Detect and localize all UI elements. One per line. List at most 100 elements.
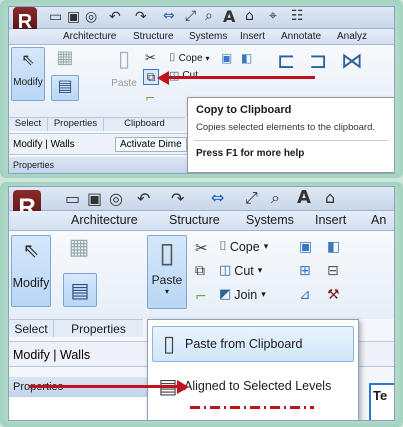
tooltip-help: Press F1 for more help <box>196 148 305 159</box>
undo-icon[interactable]: ↶ <box>109 9 121 25</box>
ribbon-tabs: Architecture Structure Systems Insert An… <box>9 29 394 45</box>
cursor-icon: ⇖ <box>21 50 35 69</box>
chevron-down-icon: ▾ <box>263 241 269 251</box>
cope-label: Cope <box>178 52 203 64</box>
paste-from-clipboard-item[interactable]: ▯ Paste from Clipboard <box>152 326 354 362</box>
copy-tooltip: Copy to Clipboard Copies selected elemen… <box>187 97 394 173</box>
group-select: Select <box>9 319 53 337</box>
paste-button[interactable]: ▯ Paste <box>107 47 141 101</box>
measure-icon[interactable]: ⇔ <box>211 188 224 207</box>
type-properties-button[interactable]: ▦ <box>59 235 99 267</box>
right-panel-tab[interactable]: Te <box>369 383 394 420</box>
redo-icon[interactable]: ↷ <box>135 9 147 25</box>
measure-icon[interactable]: ⇔ <box>163 8 175 24</box>
chevron-down-icon: ▾ <box>261 289 266 299</box>
paint-icon[interactable]: ▣ <box>221 51 232 65</box>
tab-structure[interactable]: Structure <box>169 213 220 227</box>
cut-scissors-icon[interactable]: ✂ <box>195 239 208 257</box>
open-icon[interactable]: ▭ <box>65 189 80 208</box>
tab-insert[interactable]: Insert <box>240 31 265 42</box>
group-properties: Properties <box>53 319 143 337</box>
hammer-icon[interactable]: ⚒ <box>327 287 340 303</box>
modify-button[interactable]: ⇖ Modify <box>11 47 45 101</box>
sync-icon[interactable]: ◎ <box>109 189 123 208</box>
cut-geometry-button[interactable]: ◫ Cut ▾ <box>219 263 262 278</box>
sync-icon[interactable]: ◎ <box>85 9 97 25</box>
ribbon-tabs-large: Architecture Structure Systems Insert An <box>9 211 394 231</box>
copy-icon[interactable]: ⧉ <box>195 263 205 279</box>
cope-button[interactable]: ⌷ Cope ▾ <box>219 239 268 254</box>
tab-architecture[interactable]: Architecture <box>63 31 116 42</box>
paste-label: Paste <box>151 273 183 287</box>
annotation-arrow-top <box>165 76 315 79</box>
match-properties-icon[interactable]: ⌐ <box>195 289 207 305</box>
wall-joins-icon[interactable]: ⊞ <box>299 263 311 279</box>
group-clipboard: Clipboard <box>103 117 185 131</box>
match-properties-icon[interactable]: ⌐ <box>145 91 155 105</box>
offset-icon[interactable]: ⊐ <box>309 49 327 74</box>
text-icon[interactable]: A <box>223 7 235 26</box>
thin-lines-icon[interactable]: ☷ <box>291 8 304 24</box>
tab-annotate[interactable]: An <box>371 213 386 227</box>
section-icon[interactable]: ⌖ <box>269 8 277 24</box>
save-icon[interactable]: ▣ <box>87 189 102 208</box>
group-properties: Properties <box>47 117 103 131</box>
paste-label: Paste <box>111 78 137 89</box>
paste-button[interactable]: ▯ Paste ▾ <box>147 235 187 309</box>
top-revit-window: R ▭ ▣ ◎ ↶ ↷ ⇔ ⤢ ⌕ A ⌂ ⌖ ☷ Architecture S… <box>8 6 395 174</box>
cope-button[interactable]: ⌷ Cope ▾ <box>169 51 210 65</box>
properties-icon: ▤ <box>70 278 90 302</box>
join-button[interactable]: ◩ Join ▾ <box>219 287 266 302</box>
activate-dimensions-toggle[interactable]: Activate Dime <box>115 137 187 152</box>
tab-insert[interactable]: Insert <box>315 213 346 227</box>
mirror-icon[interactable]: ⋈ <box>341 49 363 74</box>
properties-button[interactable]: ▤ <box>51 75 79 101</box>
properties-palette-body <box>9 397 149 420</box>
cope-label: Cope <box>229 239 260 254</box>
tag-icon[interactable]: ⌕ <box>205 8 213 24</box>
annotation-arrowhead-bottom <box>177 380 189 394</box>
3d-view-icon[interactable]: ⌂ <box>325 188 335 207</box>
aligned-dimension-icon[interactable]: ⤢ <box>185 8 196 24</box>
linework-icon[interactable]: ⊿ <box>299 287 311 303</box>
clipboard-icon: ▯ <box>117 47 131 72</box>
align-icon[interactable]: ⊏ <box>277 49 295 74</box>
modify-label: Modify <box>12 276 50 290</box>
demolish-icon[interactable]: ⊟ <box>327 263 339 279</box>
tag-icon[interactable]: ⌕ <box>271 188 280 208</box>
properties-button[interactable]: ▤ <box>63 273 97 307</box>
tab-structure[interactable]: Structure <box>133 31 174 42</box>
tab-annotate[interactable]: Annotate <box>281 31 321 42</box>
aligned-to-selected-levels-label: Aligned to Selected Levels <box>184 379 332 393</box>
chevron-down-icon: ▾ <box>257 265 263 275</box>
3d-view-icon[interactable]: ⌂ <box>245 8 254 24</box>
type-properties-button[interactable]: ▦ <box>49 47 81 73</box>
aligned-dimension-icon[interactable]: ⤢ <box>245 188 258 208</box>
context-title: Modify | Walls <box>13 139 75 150</box>
tooltip-divider <box>194 140 388 141</box>
tab-systems[interactable]: Systems <box>189 31 227 42</box>
type-properties-icon: ▦ <box>68 235 90 260</box>
tab-architecture[interactable]: Architecture <box>71 213 138 227</box>
context-title: Modify | Walls <box>13 348 91 362</box>
cut-scissors-icon[interactable]: ✂ <box>145 51 156 66</box>
tab-systems[interactable]: Systems <box>246 213 294 227</box>
redo-icon[interactable]: ↷ <box>171 189 184 208</box>
modify-button[interactable]: ⇖ Modify <box>11 235 51 307</box>
join-label: Join <box>234 287 258 302</box>
split-face-icon[interactable]: ◧ <box>241 51 252 65</box>
tab-analyze[interactable]: Analyz <box>337 31 367 42</box>
quick-access-toolbar-large: R ▭ ▣ ◎ ↶ ↷ ⇔ ⤢ ⌕ A ⌂ <box>9 187 394 226</box>
group-select: Select <box>9 117 47 131</box>
undo-icon[interactable]: ↶ <box>137 189 150 208</box>
split-face-icon[interactable]: ◧ <box>327 239 340 255</box>
paste-dropdown-menu: ▯ Paste from Clipboard ▤ Aligned to Sele… <box>147 319 359 420</box>
cope-icon: ⌷ <box>169 51 176 64</box>
save-icon[interactable]: ▣ <box>67 9 80 25</box>
tooltip-description: Copies selected elements to the clipboar… <box>196 122 376 133</box>
ribbon-panel-large: ⇖ Modify ▦ ▤ ▯ Paste ▾ ✂ ⧉ ⌐ ⌷ Cope ▾ ◫ … <box>9 231 394 319</box>
paint-icon[interactable]: ▣ <box>299 239 312 255</box>
open-icon[interactable]: ▭ <box>49 9 62 25</box>
type-properties-icon: ▦ <box>56 47 74 68</box>
text-icon[interactable]: A <box>297 187 311 208</box>
